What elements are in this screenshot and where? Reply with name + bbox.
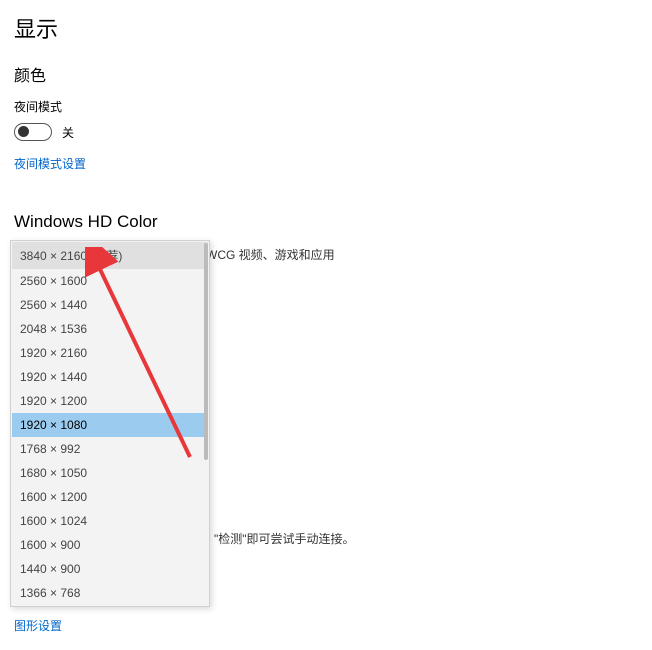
resolution-option[interactable]: 1920 × 2160 [12,341,208,365]
resolution-option[interactable]: 2560 × 1600 [12,269,208,293]
resolution-option[interactable]: 1600 × 1200 [12,485,208,509]
resolution-option[interactable]: 1920 × 1440 [12,365,208,389]
resolution-dropdown[interactable]: 3840 × 2160 (推荐)2560 × 16002560 × 144020… [10,240,210,607]
scrollbar-thumb[interactable] [204,243,208,460]
hdcolor-title: Windows HD Color [14,212,638,232]
resolution-option[interactable]: 1600 × 900 [12,533,208,557]
night-mode-label: 夜间模式 [14,98,638,115]
resolution-option[interactable]: 3840 × 2160 (推荐) [12,242,208,269]
graphics-settings-link[interactable]: 图形设置 [14,617,86,634]
resolution-option[interactable]: 1768 × 992 [12,437,208,461]
resolution-option[interactable]: 1920 × 1080 [12,413,208,437]
scrollbar[interactable] [204,243,208,604]
page-title: 显示 [14,12,638,44]
night-mode-toggle[interactable] [14,123,52,141]
night-mode-toggle-row: 关 [14,123,638,141]
night-mode-settings-link[interactable]: 夜间模式设置 [14,155,86,172]
resolution-option[interactable]: 1600 × 1024 [12,509,208,533]
resolution-option[interactable]: 1366 × 768 [12,581,208,605]
resolution-option[interactable]: 1440 × 900 [12,557,208,581]
detect-hint-text: "检测"即可尝试手动连接。 [214,530,355,547]
color-section-title: 颜色 [14,62,638,86]
night-mode-toggle-state: 关 [62,124,74,141]
resolution-option[interactable]: 1680 × 1050 [12,461,208,485]
resolution-option[interactable]: 2048 × 1536 [12,317,208,341]
resolution-option[interactable]: 2560 × 1440 [12,293,208,317]
resolution-option[interactable]: 1920 × 1200 [12,389,208,413]
